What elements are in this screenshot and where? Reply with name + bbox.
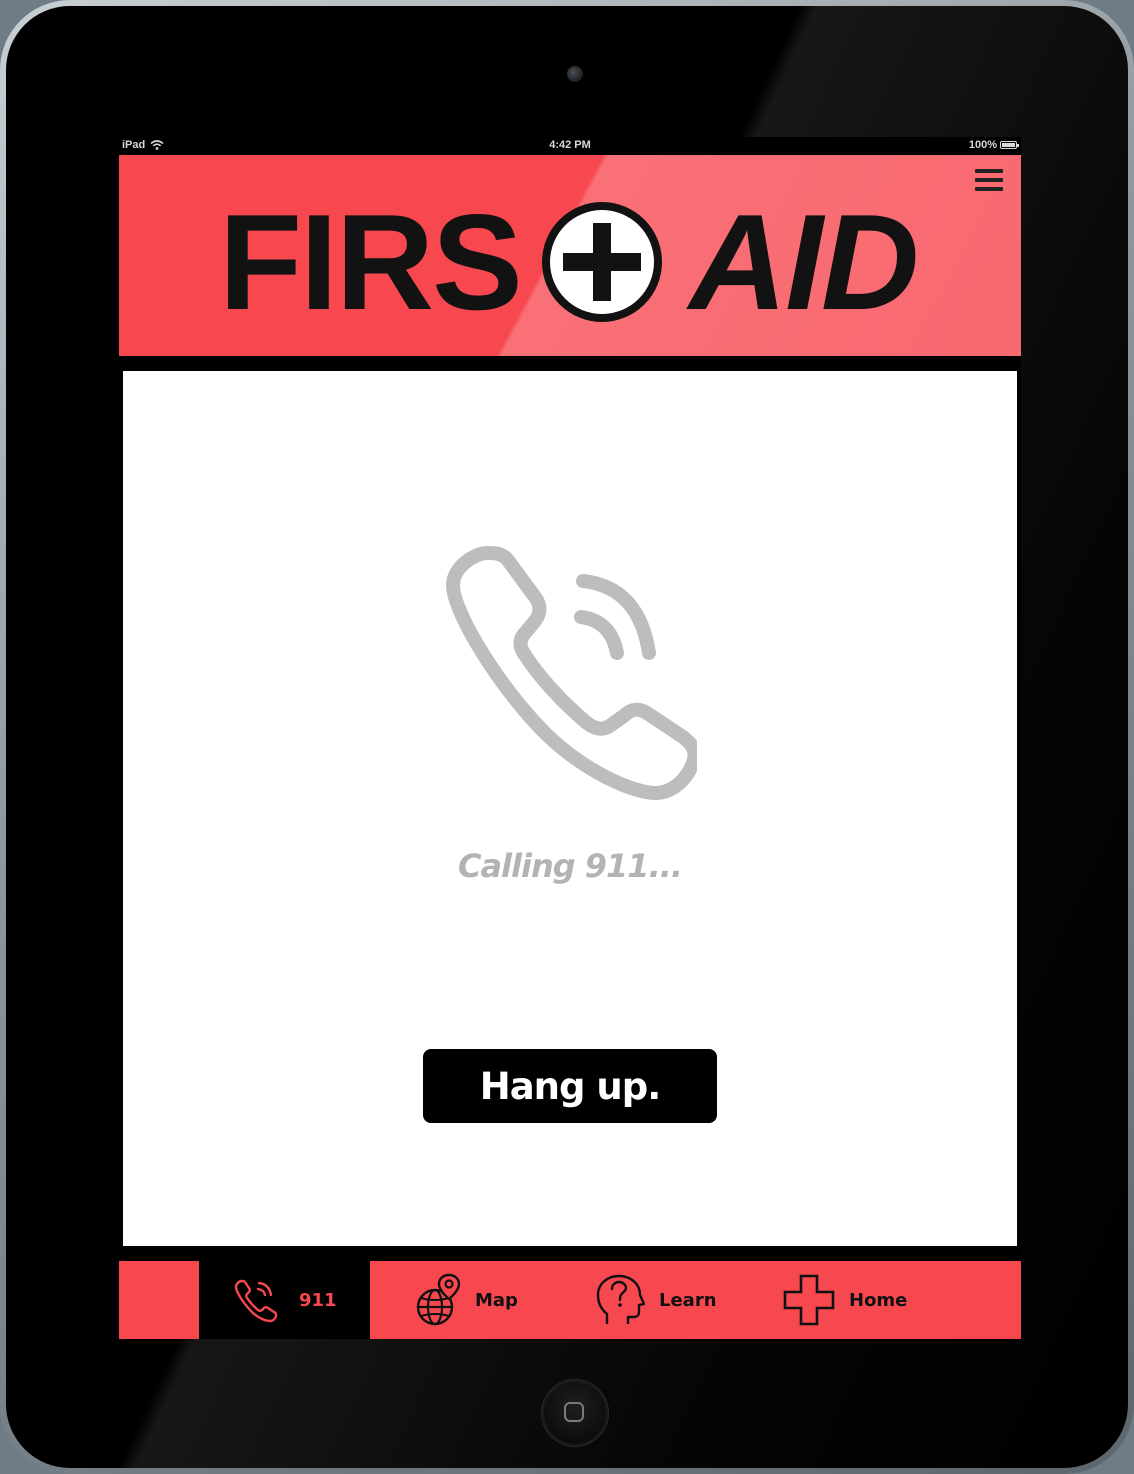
- tab-home-label: Home: [849, 1289, 908, 1311]
- status-time: 4:42 PM: [549, 139, 591, 151]
- first-aid-cross-icon: [542, 202, 662, 322]
- status-bar: iPad 4:42 PM 100%: [119, 137, 1021, 155]
- tab-911-label: 911: [299, 1289, 337, 1311]
- screen: iPad 4:42 PM 100% FIRS AID Calling 911..…: [119, 137, 1021, 1339]
- battery-percent: 100%: [968, 139, 997, 151]
- hamburger-menu-icon[interactable]: [975, 169, 1003, 193]
- tab-home[interactable]: Home: [783, 1261, 907, 1339]
- battery-icon: [1000, 141, 1019, 149]
- home-button-square-icon: [564, 1402, 584, 1422]
- logo-text-left: FIRS: [219, 186, 523, 338]
- tab-map[interactable]: Map: [415, 1261, 518, 1339]
- tab-map-label: Map: [475, 1289, 518, 1311]
- calling-panel: Calling 911... Hang up.: [123, 371, 1017, 1246]
- tab-learn[interactable]: Learn: [595, 1261, 717, 1339]
- bottom-tab-bar: 911 Map Learn Home: [119, 1261, 1021, 1339]
- app-logo: FIRS AID: [219, 186, 919, 338]
- home-hardware-button[interactable]: [542, 1380, 608, 1446]
- ipad-frame: iPad 4:42 PM 100% FIRS AID Calling 911..…: [0, 0, 1134, 1474]
- tab-911[interactable]: 911: [199, 1261, 370, 1339]
- globe-pin-icon: [416, 1273, 461, 1326]
- cross-icon: [783, 1274, 835, 1326]
- call-status-text: Calling 911...: [457, 847, 683, 885]
- phone-ringing-icon: [234, 1279, 278, 1323]
- app-header: FIRS AID: [119, 155, 1021, 356]
- front-camera: [567, 66, 583, 82]
- tab-learn-label: Learn: [659, 1289, 717, 1311]
- hang-up-button[interactable]: Hang up.: [423, 1049, 717, 1123]
- head-question-icon: [596, 1274, 645, 1324]
- logo-text-right: AID: [689, 186, 919, 338]
- phone-ringing-icon: [446, 546, 697, 800]
